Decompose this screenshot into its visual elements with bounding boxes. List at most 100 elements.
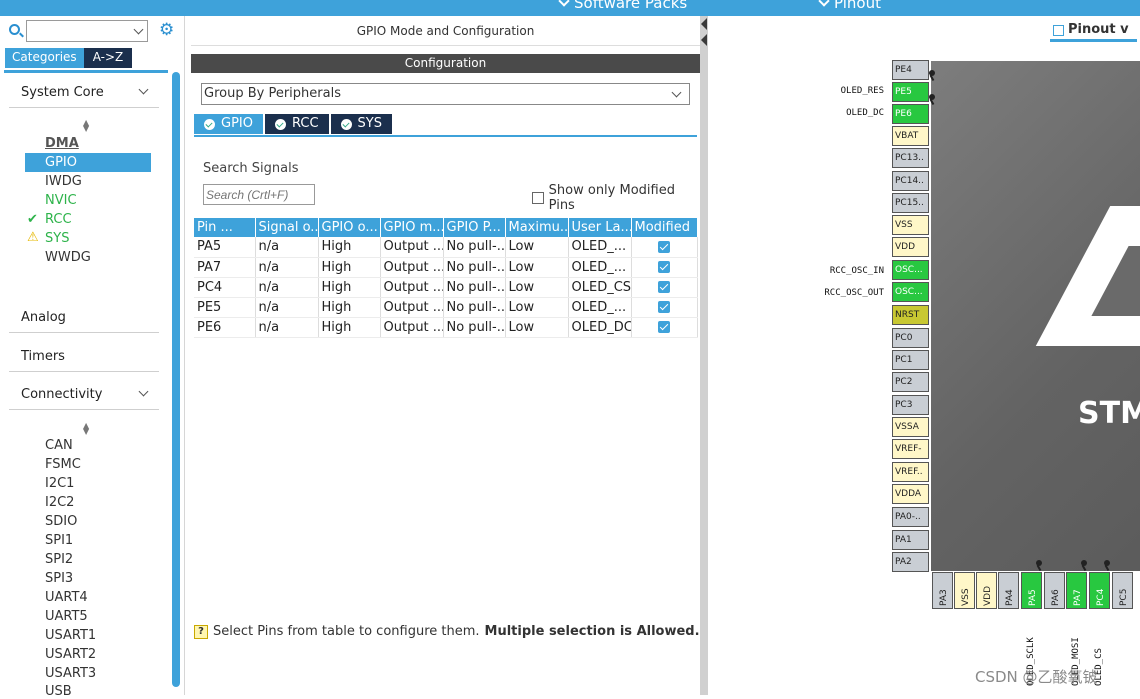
- pin-pc0[interactable]: PC0: [892, 328, 929, 348]
- panel-splitter[interactable]: [700, 16, 708, 695]
- collapse-left-icon[interactable]: [701, 34, 707, 46]
- sort-icon[interactable]: ▲ ▼: [83, 422, 89, 436]
- table-row[interactable]: PC4 n/a High Output ... No pull-... Low OLED_C…: [194, 277, 698, 298]
- table-row[interactable]: PA5 n/a High Output ... No pull-... Low OLED_.…: [194, 237, 698, 258]
- pin-vref-plus[interactable]: VREF..: [892, 462, 929, 482]
- pin-vss[interactable]: VSS: [892, 215, 929, 235]
- column-header-gpio-pull[interactable]: GPIO P...: [443, 218, 506, 237]
- pin-pc5[interactable]: PC5: [1112, 572, 1133, 609]
- pin-pa0[interactable]: PA0-..: [892, 507, 929, 527]
- group-by-select[interactable]: Group By Peripherals: [201, 83, 690, 105]
- chevron-down-icon[interactable]: [133, 24, 144, 35]
- tab-sys[interactable]: SYS: [330, 114, 392, 134]
- list-item-usart3[interactable]: USART3: [45, 666, 96, 681]
- checkbox[interactable]: [532, 192, 544, 204]
- pin-pc2[interactable]: PC2: [892, 372, 929, 392]
- list-item-usb[interactable]: USB: [45, 684, 72, 699]
- collapse-left-icon[interactable]: [701, 18, 707, 30]
- table-row[interactable]: PE6 n/a High Output ... No pull-... Low OLED_D…: [194, 317, 698, 338]
- pin-vbat[interactable]: VBAT: [892, 126, 929, 146]
- column-header-gpio-output[interactable]: GPIO o...: [318, 218, 381, 237]
- table-row[interactable]: PE5 n/a High Output ... No pull-... Low OLED_.…: [194, 297, 698, 318]
- pin-osc-in[interactable]: OSC...: [892, 260, 929, 280]
- pin-pc14[interactable]: PC14..: [892, 171, 929, 191]
- list-item-uart4[interactable]: UART4: [45, 590, 88, 605]
- category-search-input[interactable]: [26, 20, 148, 42]
- pinout-view-tab[interactable]: Pinout v: [1050, 21, 1137, 42]
- show-modified-checkbox[interactable]: Show only Modified Pins: [532, 183, 700, 213]
- list-item-nvic[interactable]: NVIC: [45, 193, 77, 208]
- pin-pa2[interactable]: PA2: [892, 552, 929, 572]
- column-header-pin[interactable]: Pin ...: [194, 218, 256, 237]
- column-header-gpio-mode[interactable]: GPIO m...: [380, 218, 444, 237]
- cell: High: [318, 317, 381, 338]
- pin-vssa[interactable]: VSSA: [892, 417, 929, 437]
- pin-pc15[interactable]: PC15..: [892, 193, 929, 213]
- modified-checkbox[interactable]: [658, 301, 670, 313]
- search-signals-input[interactable]: [203, 184, 315, 205]
- list-item-sys[interactable]: SYS: [45, 231, 69, 246]
- pin-vref-minus[interactable]: VREF-: [892, 439, 929, 459]
- search-icon[interactable]: [9, 24, 20, 35]
- pin-pa4[interactable]: PA4: [998, 572, 1019, 609]
- list-item-spi1[interactable]: SPI1: [45, 533, 73, 548]
- list-item-rcc[interactable]: RCC: [45, 212, 72, 227]
- tab-a-to-z[interactable]: A->Z: [83, 48, 133, 68]
- pin-pa3[interactable]: PA3: [932, 572, 953, 609]
- pin-pa5[interactable]: PA5: [1021, 572, 1042, 609]
- software-packs-menu[interactable]: Software Packs: [558, 0, 687, 12]
- tab-categories[interactable]: Categories: [5, 48, 84, 68]
- list-item-uart5[interactable]: UART5: [45, 609, 88, 624]
- column-header-user-label[interactable]: User La...: [568, 218, 632, 237]
- table-row[interactable]: PA7 n/a High Output ... No pull-... Low OLED_.…: [194, 257, 698, 278]
- pinout-menu[interactable]: Pinout: [818, 0, 881, 12]
- list-item-iwdg[interactable]: IWDG: [45, 174, 82, 189]
- pin-pa7[interactable]: PA7: [1066, 572, 1087, 609]
- pin-nrst[interactable]: NRST: [892, 305, 929, 325]
- pin-vdd-bottom[interactable]: VDD: [976, 572, 997, 609]
- pin-pa1[interactable]: PA1: [892, 530, 929, 550]
- pin-label-rcc-osc-out: RCC_OSC_OUT: [824, 288, 884, 298]
- chevron-down-icon: [558, 0, 570, 7]
- vertical-scrollbar[interactable]: [172, 72, 180, 687]
- pin-vdd[interactable]: VDD: [892, 237, 929, 257]
- pin-vss-bottom[interactable]: VSS: [954, 572, 975, 609]
- modified-checkbox[interactable]: [658, 240, 670, 253]
- pin-vdda[interactable]: VDDA: [892, 484, 929, 504]
- column-header-signal[interactable]: Signal o...: [255, 218, 319, 237]
- modified-checkbox[interactable]: [658, 261, 670, 273]
- list-item-sdio[interactable]: SDIO: [45, 514, 77, 529]
- list-item-gpio[interactable]: GPIO: [25, 153, 151, 172]
- category-system-core[interactable]: System Core: [9, 78, 159, 108]
- pin-pc13[interactable]: PC13..: [892, 148, 929, 168]
- list-item-i2c2[interactable]: I2C2: [45, 495, 74, 510]
- gear-icon[interactable]: ⚙: [159, 22, 174, 39]
- pin-pc1[interactable]: PC1: [892, 350, 929, 370]
- tab-rcc[interactable]: RCC: [264, 114, 329, 134]
- pin-pe5[interactable]: PE5: [892, 82, 929, 102]
- list-item-usart1[interactable]: USART1: [45, 628, 96, 643]
- pin-pe4[interactable]: PE4: [892, 60, 929, 80]
- list-item-wwdg[interactable]: WWDG: [45, 250, 91, 265]
- modified-checkbox[interactable]: [658, 321, 670, 333]
- category-analog[interactable]: Analog: [9, 303, 726, 333]
- sort-icon[interactable]: ▲ ▼: [83, 119, 89, 133]
- list-item-spi2[interactable]: SPI2: [45, 552, 73, 567]
- list-item-usart2[interactable]: USART2: [45, 647, 96, 662]
- pin-pa6[interactable]: PA6: [1044, 572, 1065, 609]
- list-item-dma[interactable]: DMA: [45, 136, 79, 151]
- column-header-max-speed[interactable]: Maximu...: [505, 218, 569, 237]
- list-item-i2c1[interactable]: I2C1: [45, 476, 74, 491]
- pin-osc-out[interactable]: OSC...: [892, 282, 929, 302]
- category-timers[interactable]: Timers: [9, 342, 726, 372]
- modified-checkbox[interactable]: [658, 281, 670, 293]
- pin-pe6[interactable]: PE6: [892, 104, 929, 124]
- pin-pc3[interactable]: PC3: [892, 395, 929, 415]
- list-item-spi3[interactable]: SPI3: [45, 571, 73, 586]
- pin-pc4[interactable]: PC4: [1089, 572, 1110, 609]
- list-item-can[interactable]: CAN: [45, 438, 73, 453]
- category-connectivity[interactable]: Connectivity: [9, 380, 159, 410]
- tab-gpio[interactable]: GPIO: [194, 114, 263, 134]
- list-item-fsmc[interactable]: FSMC: [45, 457, 81, 472]
- column-header-modified[interactable]: Modified: [631, 218, 698, 237]
